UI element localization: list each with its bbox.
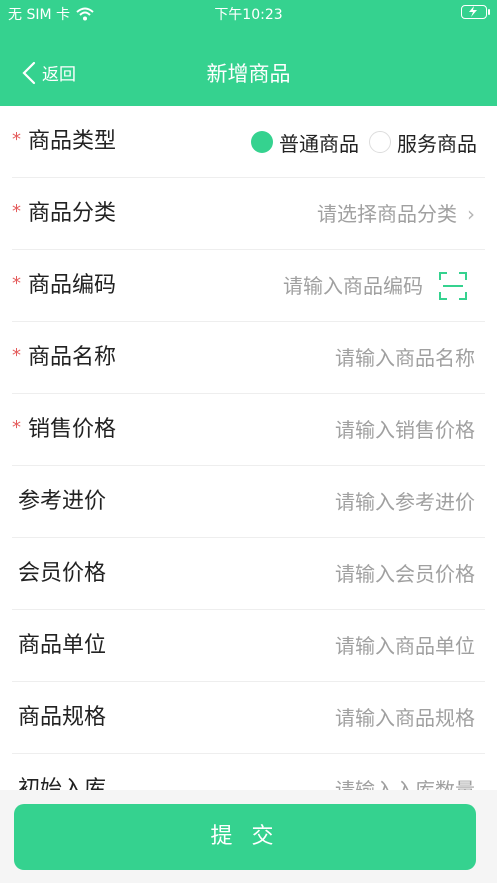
row-member-price: 会员价格 请输入会员价格 [12,538,485,610]
reference-price-label: 参考进价 [18,489,107,514]
initial-stock-label: 初始入库 [18,777,107,790]
required-mark: * [12,273,21,294]
product-name-label: 商品名称 [28,345,117,370]
unit-label: 商品单位 [18,633,107,658]
status-bar: 无 SIM 卡 下午10:23 [0,0,497,26]
unit-input[interactable]: 请输入商品单位 [335,610,475,682]
member-price-input[interactable]: 请输入会员价格 [335,538,475,610]
product-form: * 商品类型 普通商品 服务商品 * 商品分类 请选择商品分类 › * 商品编码 … [0,106,497,790]
reference-price-input[interactable]: 请输入参考进价 [335,466,475,538]
row-spec: 商品规格 请输入商品规格 [12,682,485,754]
initial-stock-input[interactable]: 请输入入库数量 [335,754,475,790]
product-code-label: 商品编码 [28,273,117,298]
row-category[interactable]: * 商品分类 请选择商品分类 › [12,178,485,250]
row-unit: 商品单位 请输入商品单位 [12,610,485,682]
submit-button[interactable]: 提 交 [14,804,476,870]
product-code-input[interactable]: 请输入商品编码 [283,250,423,322]
clock: 下午10:23 [214,7,283,23]
row-reference-price: 参考进价 请输入参考进价 [12,466,485,538]
category-placeholder: 请选择商品分类 [317,202,457,226]
category-label: 商品分类 [28,201,117,226]
required-mark: * [12,129,21,150]
row-sale-price: * 销售价格 请输入销售价格 [12,394,485,466]
spec-label: 商品规格 [18,705,107,730]
chevron-right-icon: › [467,202,475,226]
required-mark: * [12,345,21,366]
sale-price-input[interactable]: 请输入销售价格 [335,394,475,466]
radio-service-product[interactable] [369,131,391,153]
product-type-label: 商品类型 [28,129,117,154]
spec-input[interactable]: 请输入商品规格 [335,682,475,754]
required-mark: * [12,201,21,222]
required-mark: * [12,417,21,438]
product-name-input[interactable]: 请输入商品名称 [335,322,475,394]
row-product-type: * 商品类型 普通商品 服务商品 [12,106,485,178]
nav-bar: 返回 新增商品 [0,46,497,102]
header: 无 SIM 卡 下午10:23 返回 新增商品 [0,0,497,106]
product-type-radio-group: 普通商品 服务商品 [251,106,477,178]
row-product-name: * 商品名称 请输入商品名称 [12,322,485,394]
scan-icon[interactable] [439,272,467,300]
bottom-bar: 提 交 [0,790,497,883]
row-initial-stock: 初始入库 请输入入库数量 [12,754,485,790]
radio-normal-product[interactable] [251,131,273,153]
page-title: 新增商品 [206,62,291,86]
row-product-code: * 商品编码 请输入商品编码 [12,250,485,322]
battery-charging-icon [461,5,490,19]
radio-normal-product-label[interactable]: 普通商品 [279,128,359,157]
category-select[interactable]: 请选择商品分类 › [317,178,475,250]
sale-price-label: 销售价格 [28,417,117,442]
radio-service-product-label[interactable]: 服务商品 [397,128,477,157]
member-price-label: 会员价格 [18,561,107,586]
